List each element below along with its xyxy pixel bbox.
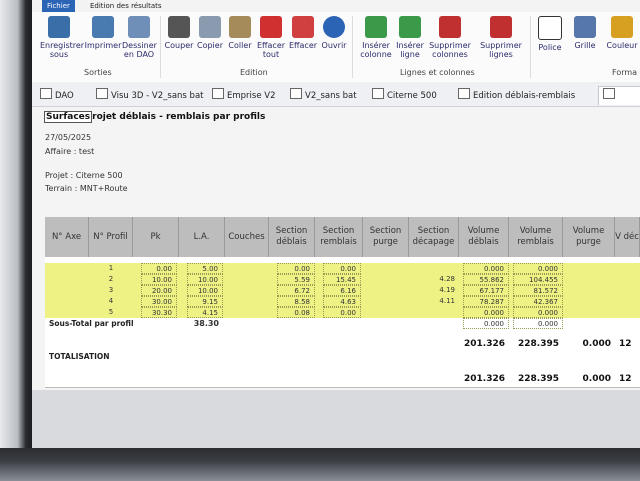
document-tab-bar: DAO Visu 3D - V2_sans bat Emprise V2 V2_… [32,82,640,107]
col-header-volume-remblais[interactable]: Volume remblais [509,217,563,257]
table-icon [603,88,615,99]
open-icon [323,16,345,38]
delete-columns-icon [439,16,461,38]
color-icon [611,16,633,38]
col-header-profil[interactable]: N° Profil [89,217,133,257]
group-label-edition: Edition [240,68,268,77]
col-header-axe[interactable]: N° Axe [45,217,89,257]
cut-button[interactable]: Couper [164,16,194,50]
doc-tab-v2-sans-bat[interactable]: V2_sans bat [290,88,357,102]
paste-icon [229,16,251,38]
group-label-sorties: Sorties [84,68,112,77]
subtotal-label: Sous-Total par profil [49,319,134,328]
report-affaire: Affaire : test [45,147,95,156]
subtotal-la: 38.30 [193,319,219,328]
total-label: TOTALISATION [49,352,110,361]
delete-rows-button[interactable]: Supprimer lignes [476,16,526,59]
color-button[interactable]: Couleur [604,16,640,50]
grid-icon [574,16,596,38]
plan-icon [372,88,384,99]
col-header-volume-purge[interactable]: Volume purge [563,217,615,257]
ribbon-tab-bar: Fichier Edition des résultats [32,0,640,12]
draw-icon [128,16,150,38]
printer-icon [92,16,114,38]
cube-icon [96,88,108,99]
doc-tab-active[interactable] [598,86,640,105]
save-as-button[interactable]: Enregistrer sous [40,16,84,59]
doc-tab-emprise[interactable]: Emprise V2 [212,88,276,102]
doc-tab-citerne[interactable]: Citerne 500 [372,88,437,102]
col-header-volume-deblais[interactable]: Volume déblais [459,217,509,257]
clear-all-icon [260,16,282,38]
ribbon: Enregistrer sous Imprimer Dessiner en DA… [32,12,640,83]
grid-button[interactable]: Grille [570,16,600,50]
ribbon-separator [160,16,161,78]
grand-vol-purge: 0.000 [582,374,611,384]
clear-all-button[interactable]: Effacer tout [256,16,286,59]
report-title: Surfaces rojet déblais - remblais par pro… [44,111,266,123]
report-area: Surfaces rojet déblais - remblais par pro… [32,107,640,448]
empty-report-area [32,390,640,448]
col-header-la[interactable]: L.A. [179,217,225,257]
dao-icon [40,88,52,99]
clear-icon [292,16,314,38]
paste-button[interactable]: Coller [226,16,254,50]
ribbon-separator [352,16,353,78]
plan-icon [212,88,224,99]
col-header-volume-decapage[interactable]: V déc [615,217,640,257]
col-header-pk[interactable]: Pk [133,217,179,257]
grand-vol-decapage: 12 [619,374,632,384]
copy-icon [199,16,221,38]
subtotal-vol-decapage: 12 [619,339,632,349]
doc-tab-edition-deblais[interactable]: Edition déblais-remblais [458,88,575,102]
col-header-section-deblais[interactable]: Section déblais [269,217,315,257]
insert-column-button[interactable]: Insérer colonne [356,16,396,59]
copy-button[interactable]: Copier [195,16,225,50]
subtotal-volumes-row[interactable]: 201.326 228.395 0.000 12 [45,337,640,352]
doc-tab-visu3d[interactable]: Visu 3D - V2_sans bat [96,88,204,102]
col-header-couches[interactable]: Couches [225,217,269,257]
doc-tab-dao[interactable]: DAO [40,88,74,102]
col-header-section-decapage[interactable]: Section décapage [409,217,459,257]
col-header-section-remblais[interactable]: Section remblais [315,217,363,257]
application-window: Fichier Edition des résultats Enregistre… [32,0,640,448]
surfaces-box[interactable]: Surfaces [44,111,93,123]
delete-rows-icon [490,16,512,38]
print-button[interactable]: Imprimer [84,16,122,50]
report-terrain: Terrain : MNT+Route [45,184,128,193]
col-header-section-purge[interactable]: Section purge [363,217,409,257]
scissors-icon [168,16,190,38]
draw-dao-button[interactable]: Dessiner en DAO [122,16,157,59]
font-button[interactable]: Police [534,16,566,52]
delete-columns-button[interactable]: Supprimer colonnes [426,16,474,59]
save-icon [48,16,70,38]
monitor-bezel-left [0,0,32,481]
subtotal-vol-deblais: 201.326 [464,339,505,349]
grand-vol-deblais: 201.326 [464,374,505,384]
insert-row-button[interactable]: Insérer ligne [396,16,424,59]
ribbon-separator [530,16,531,78]
group-label-lignes-colonnes: Lignes et colonnes [400,68,475,77]
insert-row-icon [399,16,421,38]
grand-vol-remblais: 228.395 [518,374,559,384]
group-label-format: Forma [612,68,638,77]
open-button[interactable]: Ouvrir [320,16,348,50]
tab-fichier[interactable]: Fichier [42,0,75,12]
grand-total-row[interactable]: 201.326 228.395 0.000 12 [45,371,640,388]
insert-column-icon [365,16,387,38]
subtotal-vol-remblais: 228.395 [518,339,559,349]
report-date: 27/05/2025 [45,133,92,142]
monitor-bezel-bottom [0,448,640,481]
plan-icon [290,88,302,99]
table-icon [458,88,470,99]
tab-edition-resultats[interactable]: Edition des résultats [90,0,162,12]
subtotal-vol-purge: 0.000 [582,339,611,349]
clear-button[interactable]: Effacer [288,16,318,50]
report-projet: Projet : Citerne 500 [45,171,123,180]
font-icon [538,16,562,40]
